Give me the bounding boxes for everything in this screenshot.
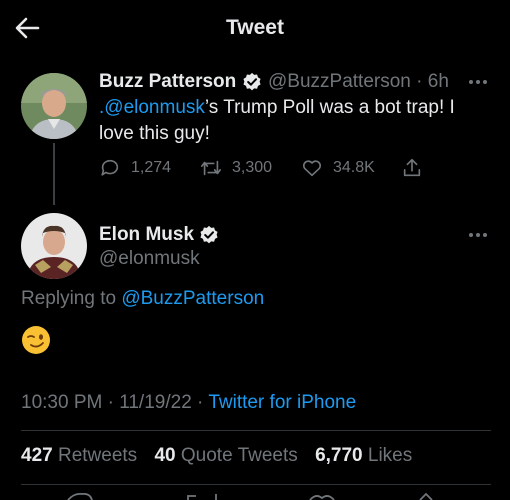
like-button[interactable]: 34.8K [301,156,375,180]
reply-button[interactable]: 1,274 [99,156,171,180]
author-handle[interactable]: @BuzzPatterson [268,71,411,92]
thread-connector [53,143,55,205]
engagement-stats: 427 Retweets 40 Quote Tweets 6,770 Likes [21,445,424,467]
like-count: 34.8K [333,159,375,176]
avatar-elon-musk[interactable] [21,213,87,279]
reply-icon[interactable] [67,492,93,500]
more-options-icon[interactable] [469,231,491,239]
tweet-timestamp: 10:30 PM · 11/19/22 · Twitter for iPhone [21,392,356,414]
likes-label: Likes [367,445,413,466]
retweet-button[interactable]: 3,300 [200,156,272,180]
likes-count: 6,770 [315,445,363,466]
author-name[interactable]: Elon Musk [99,224,194,246]
retweet-count: 3,300 [232,159,273,176]
quote-tweets-label: Quote Tweets [180,445,298,466]
heart-icon [302,160,322,177]
retweets-count: 427 [21,445,53,466]
verified-badge-icon [200,225,218,244]
mention-link[interactable]: .@elonmusk [99,97,205,118]
retweet-icon[interactable] [187,494,217,500]
divider [21,430,491,431]
wink-emoji [21,325,51,355]
reply-count: 1,274 [131,159,172,176]
top-bar: Tweet [0,0,510,60]
verified-badge-icon [243,72,261,91]
tweet-text: .@elonmusk’s Trump Poll was a bot trap! … [99,95,479,147]
reply-icon [101,159,119,176]
share-button[interactable] [401,156,423,180]
wink-face-icon [22,326,50,354]
replying-label: Replying to [21,288,122,309]
author-handle[interactable]: @elonmusk [99,248,200,270]
likes-stat[interactable]: 6,770 Likes [315,445,424,466]
quote-tweets-count: 40 [154,445,176,466]
author-name[interactable]: Buzz Patterson [99,71,236,93]
avatar-photo [21,213,87,279]
divider [21,484,491,485]
timestamp-text[interactable]: 10:30 PM · 11/19/22 · [21,392,208,413]
avatar-photo [21,73,87,139]
retweet-icon [201,160,221,176]
heart-icon[interactable] [309,495,335,500]
replying-to: Replying to @BuzzPatterson [21,288,264,310]
bottom-action-row [67,492,433,500]
retweets-stat[interactable]: 427 Retweets [21,445,149,466]
tweet-time[interactable]: · 6h [416,71,449,92]
quote-tweets-stat[interactable]: 40 Quote Tweets [154,445,309,466]
author-handle-and-time: @BuzzPatterson · 6h [268,71,449,93]
replying-to-link[interactable]: @BuzzPatterson [121,288,264,309]
share-icon[interactable] [419,492,433,500]
tweet-source-link[interactable]: Twitter for iPhone [208,392,356,413]
page-title: Tweet [226,16,284,39]
more-options-icon[interactable] [469,78,491,86]
share-icon [403,158,421,177]
retweets-label: Retweets [57,445,138,466]
avatar-buzz-patterson[interactable] [21,73,87,139]
